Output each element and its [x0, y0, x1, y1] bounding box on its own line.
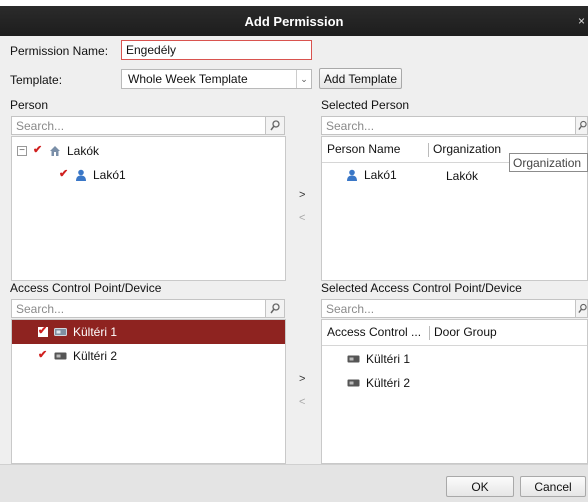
search-icon: [270, 303, 280, 314]
selected-device-search-input[interactable]: Search...: [321, 299, 576, 318]
remove-device-button[interactable]: <: [299, 396, 305, 408]
template-select-value: Whole Week Template: [128, 72, 248, 86]
device-section-label: Access Control Point/Device: [10, 281, 162, 295]
house-icon: [50, 146, 60, 156]
list-item-selected[interactable]: Kültéri 1: [12, 320, 285, 344]
person-search-input[interactable]: Search...: [11, 116, 266, 135]
permission-name-input[interactable]: Engedély: [121, 40, 312, 60]
add-device-button[interactable]: >: [299, 373, 305, 385]
device-search-input[interactable]: Search...: [11, 299, 266, 318]
dialog-title: Add Permission: [244, 14, 344, 29]
device-search-button[interactable]: [265, 299, 285, 318]
tree-node-lako1[interactable]: Lakó1: [59, 167, 126, 182]
device-tree-panel: Kültéri 1 Kültéri 2: [11, 319, 286, 464]
template-select[interactable]: Whole Week Template ⌄: [121, 69, 312, 89]
table-row[interactable]: Kültéri 2: [347, 376, 410, 390]
cell-organization: Lakók: [446, 169, 479, 183]
cell-device-name: Kültéri 1: [366, 352, 411, 366]
table-row[interactable]: Kültéri 1: [347, 352, 410, 366]
template-label: Template:: [10, 73, 63, 87]
dialog-body: Permission Name: Engedély Template: Whol…: [0, 36, 588, 502]
tree-node-label: Lakók: [67, 144, 100, 158]
selected-device-label: Selected Access Control Point/Device: [321, 281, 522, 295]
list-item-label: Kültéri 1: [73, 325, 118, 339]
search-icon: [578, 303, 587, 313]
search-icon: [270, 120, 280, 131]
table-row[interactable]: Lakó1: [346, 168, 397, 182]
tree-node-label: Lakó1: [93, 168, 126, 182]
person-search-button[interactable]: [265, 116, 285, 135]
title-bar: Add Permission ×: [0, 0, 588, 36]
chevron-down-icon[interactable]: ⌄: [296, 70, 311, 88]
checkbox-kulteri-1[interactable]: [38, 324, 48, 337]
list-item-label: Kültéri 2: [73, 349, 118, 363]
column-organization[interactable]: Organization: [433, 142, 501, 156]
ok-button[interactable]: OK: [446, 476, 514, 497]
add-person-button[interactable]: >: [299, 189, 305, 201]
add-template-button[interactable]: Add Template: [319, 68, 402, 89]
cell-device-name: Kültéri 2: [366, 376, 411, 390]
selected-device-search-button[interactable]: [575, 299, 588, 318]
cell-person-name: Lakó1: [364, 168, 397, 182]
permission-name-label: Permission Name:: [10, 44, 109, 58]
column-access-control[interactable]: Access Control ...: [327, 325, 421, 339]
selected-person-search-input[interactable]: Search...: [321, 116, 576, 135]
remove-person-button[interactable]: <: [299, 212, 305, 224]
door-device-icon: [54, 328, 67, 336]
selected-device-table: Access Control ... Door Group Kültéri 1 …: [321, 319, 588, 464]
tree-node-lakok[interactable]: − Lakók: [17, 143, 100, 158]
door-device-icon: [54, 352, 67, 360]
tooltip: Organization: [509, 153, 588, 172]
collapse-icon[interactable]: −: [17, 146, 27, 156]
checkbox-lako1[interactable]: [59, 167, 69, 180]
list-item[interactable]: Kültéri 2: [38, 348, 118, 363]
checkbox-kulteri-2[interactable]: [38, 348, 48, 361]
cancel-button[interactable]: Cancel: [520, 476, 586, 497]
column-door-group[interactable]: Door Group: [434, 325, 497, 339]
person-icon: [347, 169, 357, 181]
door-device-icon: [347, 379, 360, 387]
door-device-icon: [347, 355, 360, 363]
list-item[interactable]: Kültéri 1: [38, 324, 118, 339]
selected-person-search-button[interactable]: [575, 116, 588, 135]
person-tree-panel: − Lakók Lakó1: [11, 136, 286, 281]
column-person-name[interactable]: Person Name: [327, 142, 400, 156]
selected-person-label: Selected Person: [321, 98, 410, 112]
checkbox-lakok[interactable]: [33, 143, 43, 156]
column-divider: [429, 326, 430, 340]
column-divider: [428, 143, 429, 157]
person-icon: [76, 169, 86, 181]
table-header: Access Control ... Door Group: [322, 320, 587, 346]
search-icon: [578, 120, 587, 130]
person-section-label: Person: [10, 98, 49, 112]
close-icon[interactable]: ×: [578, 14, 585, 28]
